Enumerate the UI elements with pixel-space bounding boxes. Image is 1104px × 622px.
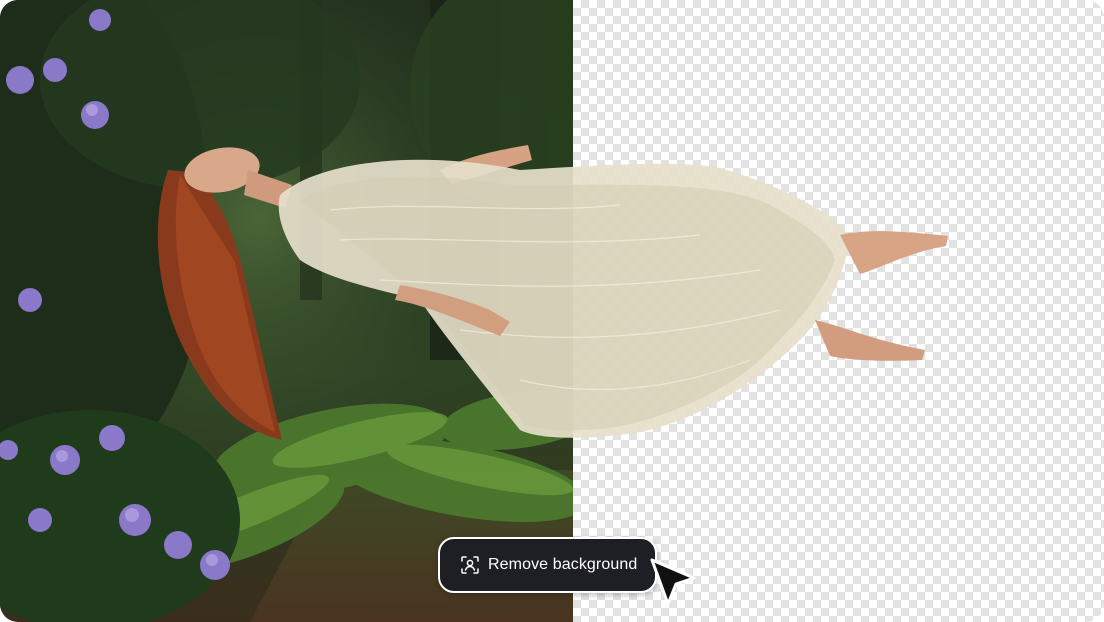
app-canvas: Remove background bbox=[0, 0, 1104, 622]
forest-background bbox=[0, 0, 573, 622]
pointer-arrow-icon bbox=[650, 558, 696, 606]
original-photo-pane bbox=[0, 0, 573, 622]
transparent-cutout-pane bbox=[573, 0, 1104, 622]
person-frame-icon bbox=[460, 555, 480, 575]
remove-background-button[interactable]: Remove background bbox=[438, 537, 658, 593]
remove-background-label: Remove background bbox=[488, 556, 638, 573]
